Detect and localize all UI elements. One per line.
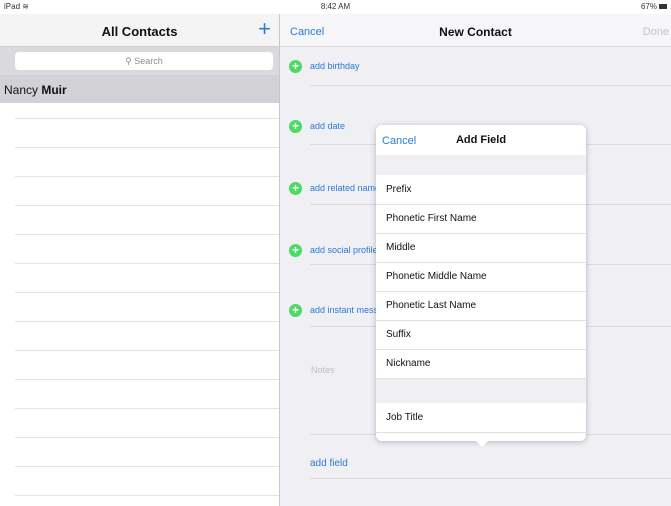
row-divider bbox=[15, 292, 279, 293]
field-option-suffix[interactable]: Suffix bbox=[376, 320, 586, 350]
group-separator bbox=[376, 155, 586, 175]
row-divider bbox=[15, 118, 279, 119]
row-divider bbox=[15, 379, 279, 380]
add-birthday-row[interactable]: + add birthday bbox=[280, 56, 671, 80]
row-divider bbox=[15, 147, 279, 148]
row-divider bbox=[15, 263, 279, 264]
add-circle-icon: + bbox=[289, 304, 302, 317]
row-divider bbox=[15, 205, 279, 206]
search-placeholder: Search bbox=[134, 56, 163, 66]
status-bar: iPad ≋ 8:42 AM 67% bbox=[0, 0, 671, 14]
row-divider bbox=[15, 495, 279, 496]
add-field-popover: Cancel Add Field Prefix Phonetic First N… bbox=[376, 125, 586, 441]
field-option-middle[interactable]: Middle bbox=[376, 233, 586, 263]
field-option-phonetic-middle-name[interactable]: Phonetic Middle Name bbox=[376, 262, 586, 292]
row-divider bbox=[310, 85, 671, 86]
search-icon: ⚲ bbox=[125, 56, 132, 66]
group-separator bbox=[376, 379, 586, 403]
contacts-title: All Contacts bbox=[101, 24, 178, 39]
row-divider bbox=[15, 350, 279, 351]
add-circle-icon: + bbox=[289, 244, 302, 257]
row-divider bbox=[15, 176, 279, 177]
add-field-button[interactable]: add field bbox=[310, 458, 348, 469]
new-contact-header: Cancel New Contact Done bbox=[280, 14, 671, 47]
row-divider bbox=[15, 466, 279, 467]
contact-name: Nancy Muir bbox=[4, 83, 67, 97]
popover-header: Cancel Add Field bbox=[376, 125, 586, 155]
battery-icon bbox=[659, 4, 667, 10]
plus-icon: + bbox=[258, 16, 271, 41]
row-divider bbox=[310, 478, 671, 479]
row-divider bbox=[15, 437, 279, 438]
field-option-phonetic-last-name[interactable]: Phonetic Last Name bbox=[376, 291, 586, 321]
search-input[interactable]: ⚲ Search bbox=[15, 52, 273, 70]
add-circle-icon: + bbox=[289, 60, 302, 73]
popover-title: Add Field bbox=[455, 134, 507, 146]
row-divider bbox=[15, 408, 279, 409]
notes-field[interactable]: Notes bbox=[311, 365, 335, 375]
add-circle-icon: + bbox=[289, 182, 302, 195]
contact-row-selected[interactable]: Nancy Muir bbox=[0, 75, 279, 103]
popover-arrow bbox=[475, 440, 489, 447]
field-option-prefix[interactable]: Prefix bbox=[376, 175, 586, 205]
add-circle-icon: + bbox=[289, 120, 302, 133]
row-divider bbox=[15, 234, 279, 235]
field-option-job-title[interactable]: Job Title bbox=[376, 403, 586, 433]
new-contact-title: New Contact bbox=[439, 25, 512, 39]
field-option-phonetic-first-name[interactable]: Phonetic First Name bbox=[376, 204, 586, 234]
field-option-nickname[interactable]: Nickname bbox=[376, 349, 586, 379]
add-contact-button[interactable]: + bbox=[258, 16, 271, 42]
contacts-header: All Contacts + bbox=[0, 14, 279, 47]
row-divider bbox=[15, 321, 279, 322]
search-bar: ⚲ Search bbox=[0, 47, 279, 75]
done-button[interactable]: Done bbox=[643, 26, 669, 38]
status-time: 8:42 AM bbox=[320, 2, 351, 11]
contacts-panel: All Contacts + ⚲ Search Nancy Muir bbox=[0, 14, 280, 506]
battery-indicator: 67% bbox=[641, 2, 667, 11]
